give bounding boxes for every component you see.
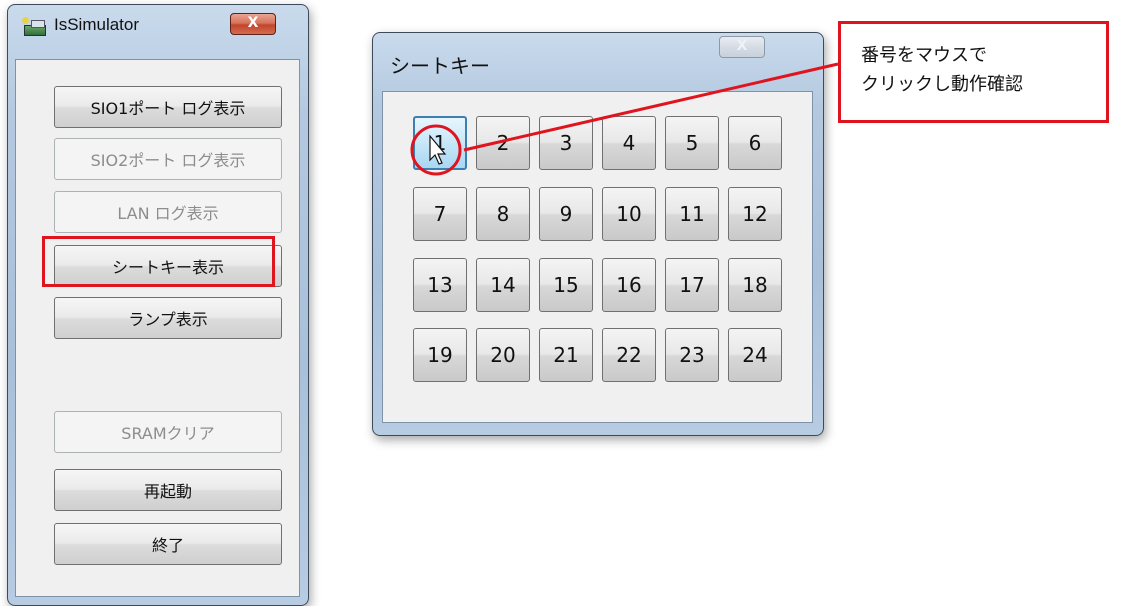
- mouse-cursor-icon: [429, 134, 447, 165]
- annotation-leader-line: [463, 62, 839, 152]
- annotation-overlay: [410, 62, 839, 176]
